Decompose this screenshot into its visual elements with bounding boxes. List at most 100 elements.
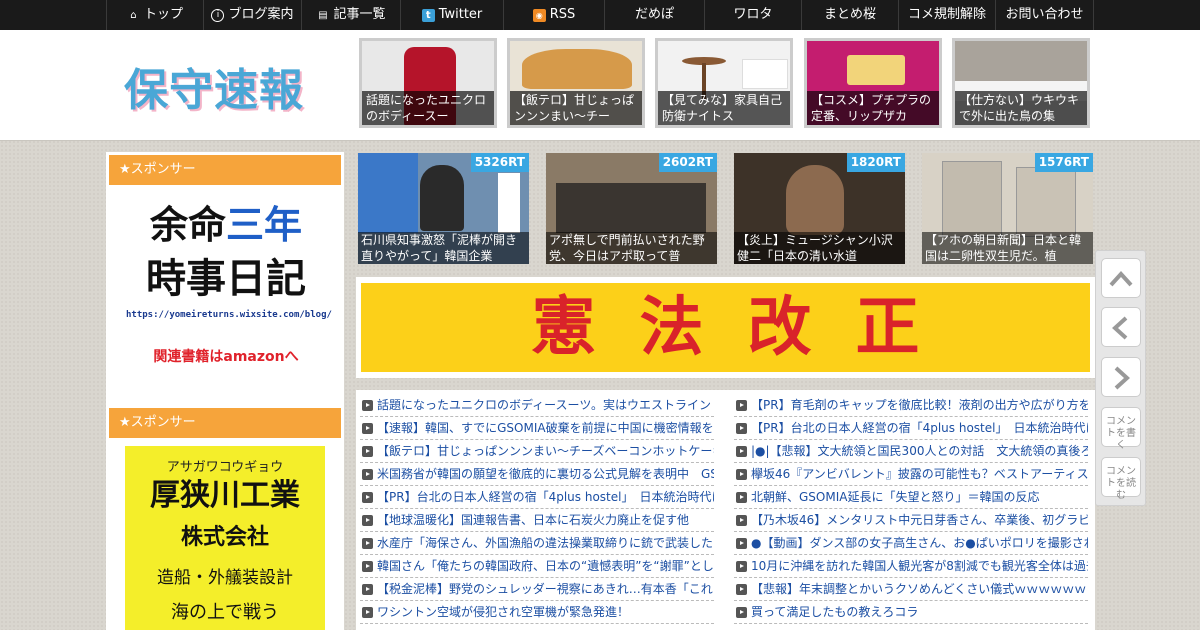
ranking-caption-3: 【炎上】ミュージシャン小沢健二「日本の清い水道	[734, 232, 905, 264]
nav-twitter-link[interactable]: t Twitter	[400, 0, 503, 30]
nav-warota-label: ワロタ	[733, 7, 773, 22]
ranking-item-1[interactable]: 5326RT 石川県知事激怒「泥棒が開き直りやがって」韓国企業	[358, 153, 529, 264]
rss-icon: ◉	[532, 8, 546, 22]
list-icon: ▤	[318, 9, 328, 21]
featured-thumb-3[interactable]: 【見てみな】家具自己防衛ナイトス	[655, 38, 793, 128]
featured-thumb-1[interactable]: 話題になったユニクロのボディースー	[359, 38, 497, 128]
arrow-bullet-icon	[736, 422, 747, 434]
nav-damepo-link[interactable]: だめぽ	[604, 0, 704, 30]
arrow-bullet-icon	[736, 491, 747, 503]
scroll-top-button[interactable]	[1101, 258, 1141, 298]
article-row[interactable]: 【税金泥棒】野党のシュレッダー視察にあきれ…有本香「これ	[360, 578, 714, 601]
chevron-left-icon	[1112, 316, 1128, 340]
featured-thumb-2[interactable]: 【飯テロ】甘じょっぱンンンまい〜チー	[507, 38, 645, 128]
article-row[interactable]: 米国務省が韓国の願望を徹底的に裏切る公式見解を表明中 GSOMIA	[360, 463, 714, 486]
featured-thumb-4[interactable]: 【コスメ】プチプラの定番、リップザカ	[804, 38, 942, 128]
nav-warota-link[interactable]: ワロタ	[704, 0, 801, 30]
featured-caption-3: 【見てみな】家具自己防衛ナイトス	[658, 91, 790, 125]
article-row[interactable]: |●|【悲報】文大統領と国民300人との対話 文大統領の真後ろで	[734, 440, 1088, 463]
next-button[interactable]	[1101, 357, 1141, 397]
arrow-bullet-icon	[362, 445, 373, 457]
nav-rss-link[interactable]: ◉ RSS	[503, 0, 604, 30]
banner-container: 憲法改正	[356, 277, 1095, 378]
ranking-caption-4: 【アホの朝日新聞】日本と韓国は二卵性双生児だ。植	[922, 232, 1093, 264]
twitter-icon: t	[421, 8, 435, 22]
floating-side-buttons: コメントを書く コメントを読む	[1095, 250, 1146, 506]
nav-blog-guide-link[interactable]: i ブログ案内	[203, 0, 301, 30]
sponsor-ad-yomei[interactable]: 余命三年 時事日記 https://yomeireturns.wixsite.c…	[126, 198, 332, 378]
article-row[interactable]: 北朝鮮、GSOMIA延長に「失望と怒り」＝韓国の反応	[734, 486, 1088, 509]
ad1-title-line2: 時事日記	[146, 256, 306, 302]
nav-comment-unban-label: コメ規制解除	[907, 7, 986, 22]
ranking-rt-badge-2: 2602RT	[658, 153, 717, 172]
site-logo[interactable]: 保守速報	[124, 54, 304, 118]
featured-image-2	[522, 49, 632, 89]
ad2-kabushiki: 株式会社	[180, 525, 269, 550]
ranking-item-2[interactable]: 2602RT アポ無しで門前払いされた野党、今日はアポ取って普	[546, 153, 717, 264]
arrow-bullet-icon	[736, 514, 747, 526]
nav-article-list-label: 記事一覧	[333, 7, 386, 22]
article-row[interactable]: 【飯テロ】甘じょっぱンンンまい〜チーズベーコンホットケーキ	[360, 440, 714, 463]
article-column-left: 話題になったユニクロのボディースーツ。実はウエストライン 【速報】韓国、すでにG…	[360, 394, 714, 624]
nav-twitter-label: Twitter	[438, 7, 483, 22]
nav-matome-sakura-label: まとめ桜	[823, 7, 876, 22]
read-comment-button[interactable]: コメントを読む	[1101, 457, 1141, 501]
ad2-company: 厚狭川工業	[150, 478, 300, 513]
ranking-image-2	[556, 183, 706, 233]
nav-comment-unban-link[interactable]: コメ規制解除	[898, 0, 995, 30]
article-row[interactable]: 【悲報】年末調整とかいうクソめんどくさい儀式ｗｗｗｗｗｗ	[734, 578, 1088, 601]
featured-thumb-5[interactable]: 【仕方ない】ウキウキで外に出た鳥の集	[952, 38, 1090, 128]
left-sidebar: ★スポンサー 余命三年 時事日記 https://yomeireturns.wi…	[106, 152, 344, 630]
nav-damepo-label: だめぽ	[634, 7, 674, 22]
write-comment-button[interactable]: コメントを書く	[1101, 407, 1141, 451]
ad2-service: 造船・外艤装設計	[157, 568, 293, 588]
article-row[interactable]: 【速報】韓国、すでにGSOMIA破棄を前提に中国に機密情報を	[360, 417, 714, 440]
arrow-bullet-icon	[362, 583, 373, 595]
featured-caption-5: 【仕方ない】ウキウキで外に出た鳥の集	[955, 91, 1087, 125]
nav-article-list-link[interactable]: ▤ 記事一覧	[301, 0, 400, 30]
ranking-item-3[interactable]: 1820RT 【炎上】ミュージシャン小沢健二「日本の清い水道	[734, 153, 905, 264]
article-row[interactable]: 【PR】育毛剤のキャップを徹底比較！液剤の出方や広がり方を	[734, 394, 1088, 417]
ranking-rt-badge-4: 1576RT	[1034, 153, 1093, 172]
nav-top-link[interactable]: ⌂ トップ	[106, 0, 203, 30]
nav-contact-link[interactable]: お問い合わせ	[995, 0, 1094, 30]
article-row[interactable]: 【地球温暖化】国連報告書、日本に石炭火力廃止を促す他	[360, 509, 714, 532]
ad2-kana: アサガワコウギョウ	[166, 460, 284, 475]
ranking-image-1	[358, 153, 418, 233]
nav-top-label: トップ	[143, 7, 183, 22]
top-navbar: ⌂ トップ i ブログ案内 ▤ 記事一覧 t Twitter ◉ RSS だめぽ…	[0, 0, 1200, 30]
arrow-bullet-icon	[362, 514, 373, 526]
article-row[interactable]: 【PR】台北の日本人経営の宿「4plus hostel」 日本統治時代に	[734, 417, 1088, 440]
article-row[interactable]: ●【動画】ダンス部の女子高生さん、お●ぱいポロリを撮影され	[734, 532, 1088, 555]
previous-button[interactable]	[1101, 307, 1141, 347]
ranking-rt-badge-1: 5326RT	[470, 153, 529, 172]
arrow-bullet-icon	[736, 583, 747, 595]
arrow-bullet-icon	[362, 606, 373, 618]
sponsor-ad-asagawa[interactable]: アサガワコウギョウ 厚狭川工業 株式会社 造船・外艤装設計 海の上で戦う	[125, 446, 325, 630]
arrow-bullet-icon	[362, 422, 373, 434]
article-row[interactable]: 10月に沖縄を訪れた韓国人観光客が8割減でも観光客全体は過去	[734, 555, 1088, 578]
constitution-banner[interactable]: 憲法改正	[361, 283, 1090, 372]
arrow-bullet-icon	[362, 468, 373, 480]
nav-matome-sakura-link[interactable]: まとめ桜	[801, 0, 898, 30]
article-row[interactable]: 【PR】台北の日本人経営の宿「4plus hostel」 日本統治時代に	[360, 486, 714, 509]
info-icon: i	[211, 8, 225, 22]
arrow-bullet-icon	[736, 399, 747, 411]
arrow-bullet-icon	[736, 606, 747, 618]
ad1-title-line1: 余命三年	[149, 203, 303, 247]
article-row[interactable]: ワシントン空域が侵犯され空軍機が緊急発進！	[360, 601, 714, 624]
arrow-bullet-icon	[362, 491, 373, 503]
featured-image-4	[847, 55, 905, 85]
article-row[interactable]: 欅坂46『アンビバレント』披露の可能性も？ベストアーティスト	[734, 463, 1088, 486]
article-row[interactable]: 買って満足したもの教えろコラ	[734, 601, 1088, 624]
article-row[interactable]: 【乃木坂46】メンタリスト中元日芽香さん、卒業後、初グラビア	[734, 509, 1088, 532]
nav-contact-label: お問い合わせ	[1005, 7, 1084, 22]
article-row[interactable]: 水産庁「海保さん、外国漁船の違法操業取締りに銃で武装した	[360, 532, 714, 555]
arrow-bullet-icon	[362, 560, 373, 572]
ranking-item-4[interactable]: 1576RT 【アホの朝日新聞】日本と韓国は二卵性双生児だ。植	[922, 153, 1093, 264]
ad1-amazon-link[interactable]: 関連書籍はamazonへ	[126, 346, 326, 366]
featured-caption-2: 【飯テロ】甘じょっぱンンンまい〜チー	[510, 91, 642, 125]
ranking-rt-badge-3: 1820RT	[846, 153, 905, 172]
article-row[interactable]: 話題になったユニクロのボディースーツ。実はウエストライン	[360, 394, 714, 417]
article-row[interactable]: 韓国さん「俺たちの韓国政府、日本の“遺憾表明”を“謝罪”として	[360, 555, 714, 578]
